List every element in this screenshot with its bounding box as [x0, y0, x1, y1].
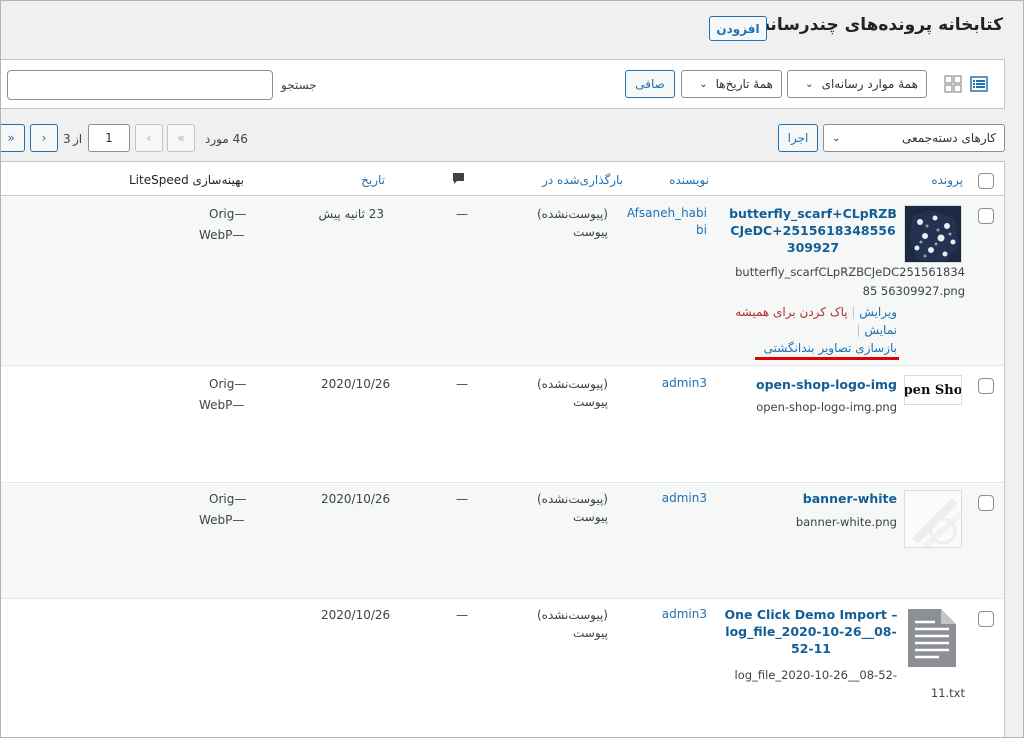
view-link[interactable]: نمایش: [864, 323, 897, 337]
row-checkbox[interactable]: [978, 208, 994, 224]
date-value: 2020/10/26: [321, 492, 391, 506]
date-value: 2020/10/26: [321, 608, 391, 622]
litespeed-webp[interactable]: WebP—: [199, 228, 244, 242]
file-title-link[interactable]: One Click Demo Import – log_file_2020-10…: [723, 606, 899, 657]
litespeed-orig[interactable]: Orig—: [209, 207, 246, 221]
page-of-label: از: [73, 132, 83, 146]
litespeed-orig[interactable]: Orig—: [209, 492, 246, 506]
row-checkbox[interactable]: [978, 378, 994, 394]
author-link[interactable]: admin3: [621, 607, 707, 621]
add-new-button[interactable]: افزودن: [709, 16, 767, 41]
row-actions: ویرایش | پاک کردن برای همیشه: [735, 305, 897, 319]
file-name: open-shop-logo-img.png: [756, 400, 897, 414]
edit-link[interactable]: ویرایش: [859, 305, 897, 319]
bulk-actions-value: کارهای دسته‌جمعی: [902, 131, 996, 145]
column-uploaded-to[interactable]: بارگذاری‌شده در: [542, 173, 623, 187]
unattached-label: (پیوست‌نشده): [537, 608, 608, 622]
regenerate-thumbnails-link[interactable]: بازسازی تصاویر بندانگشتی: [764, 341, 897, 355]
file-name: banner-white.png: [795, 515, 897, 529]
table-row: One Click Demo Import – log_file_2020-10…: [1, 600, 1004, 737]
comments-count: —: [456, 492, 468, 506]
file-name-continued: 11.txt: [930, 686, 965, 700]
column-author[interactable]: نویسنده: [669, 173, 709, 187]
row-checkbox[interactable]: [978, 495, 994, 511]
file-name: butterfly_scarfCLpRZBCJeDC25156183485 56…: [735, 265, 965, 298]
logo-thumbnail-text: pen Sho: [904, 382, 962, 398]
unattached-label: (پیوست‌نشده): [537, 207, 608, 221]
first-page-button[interactable]: «: [167, 124, 195, 152]
media-type-value: همهٔ موارد رسانه‌ای: [821, 77, 918, 91]
page-title: کتابخانه پرونده‌های چندرسانه‌ای: [738, 15, 1003, 35]
comments-count: —: [456, 608, 468, 622]
filter-button[interactable]: صافی: [625, 70, 675, 98]
litespeed-orig[interactable]: Orig—: [209, 377, 246, 391]
media-library-page: کتابخانه پرونده‌های چندرسانه‌ای افزودن ه…: [0, 0, 1024, 738]
attach-link[interactable]: پیوست: [573, 225, 608, 239]
author-link[interactable]: admin3: [621, 491, 707, 505]
comments-count: —: [456, 207, 468, 221]
speech-bubble-icon[interactable]: [452, 172, 465, 188]
author-link[interactable]: Afsaneh_habibi: [621, 205, 707, 239]
chevron-down-icon: ⌄: [699, 78, 708, 90]
date-value: 23 ثانیه پیش: [318, 207, 384, 221]
items-count: 46 مورد: [205, 132, 248, 146]
select-all-checkbox[interactable]: [978, 173, 994, 189]
date-select[interactable]: همهٔ تاریخ‌ها ⌄: [681, 70, 782, 98]
document-icon[interactable]: [907, 608, 957, 671]
unattached-label: (پیوست‌نشده): [537, 492, 608, 506]
next-page-button[interactable]: ›: [30, 124, 58, 152]
author-link[interactable]: admin3: [621, 376, 707, 390]
highlight-underline: [755, 357, 899, 360]
filter-bar: همهٔ موارد رسانه‌ای ⌄ همهٔ تاریخ‌ها ⌄ صا…: [1, 59, 1005, 109]
file-title-link[interactable]: banner-white: [729, 490, 897, 507]
litespeed-webp[interactable]: WebP—: [199, 398, 244, 412]
grid-view-icon[interactable]: [944, 75, 962, 93]
thumbnail-image[interactable]: pen Sho: [904, 375, 962, 405]
date-value: 2020/10/26: [321, 377, 391, 391]
list-view-icon[interactable]: [970, 75, 988, 93]
row-checkbox[interactable]: [978, 611, 994, 627]
apply-button[interactable]: اجرا: [778, 124, 818, 152]
table-row: banner-white banner-white.png admin3 (پی…: [1, 484, 1004, 599]
search-label: جستجو: [281, 78, 317, 92]
column-litespeed: بهینه‌سازی LiteSpeed: [129, 173, 244, 187]
prev-page-button[interactable]: ‹: [135, 124, 163, 152]
attach-link[interactable]: پیوست: [573, 510, 608, 524]
date-value: همهٔ تاریخ‌ها: [715, 77, 773, 91]
file-title-link[interactable]: butterfly_scarf+CLpRZBCJeDC+251561834855…: [729, 205, 897, 256]
attach-link[interactable]: پیوست: [573, 626, 608, 640]
thumbnail-image[interactable]: [904, 490, 962, 548]
table-header: پرونده نویسنده بارگذاری‌شده در تاریخ بهی…: [1, 162, 1004, 196]
total-pages: 3: [63, 132, 71, 146]
file-title-link[interactable]: open-shop-logo-img: [729, 376, 897, 393]
unattached-label: (پیوست‌نشده): [537, 377, 608, 391]
row-actions-2: نمایش |: [856, 323, 897, 337]
column-date[interactable]: تاریخ: [361, 173, 385, 187]
attach-link[interactable]: پیوست: [573, 395, 608, 409]
current-page-input[interactable]: 1: [88, 124, 130, 152]
table-row: butterfly_scarf+CLpRZBCJeDC+251561834855…: [1, 197, 1004, 366]
delete-permanently-link[interactable]: پاک کردن برای همیشه: [735, 305, 847, 319]
thumbnail-image[interactable]: [904, 205, 962, 263]
table-row: pen Sho open-shop-logo-img open-shop-log…: [1, 367, 1004, 483]
column-file[interactable]: پرونده: [931, 173, 963, 187]
bulk-actions-select[interactable]: کارهای دسته‌جمعی ⌄: [823, 124, 1005, 152]
search-input[interactable]: [7, 70, 273, 100]
media-table: پرونده نویسنده بارگذاری‌شده در تاریخ بهی…: [1, 161, 1005, 737]
chevron-down-icon: ⌄: [805, 78, 814, 90]
last-page-button[interactable]: »: [1, 124, 25, 152]
file-name: log_file_2020-10-26__08-52-: [734, 668, 897, 682]
chevron-down-icon: ⌄: [832, 132, 841, 144]
media-type-select[interactable]: همهٔ موارد رسانه‌ای ⌄: [787, 70, 927, 98]
litespeed-webp[interactable]: WebP—: [199, 513, 244, 527]
comments-count: —: [456, 377, 468, 391]
